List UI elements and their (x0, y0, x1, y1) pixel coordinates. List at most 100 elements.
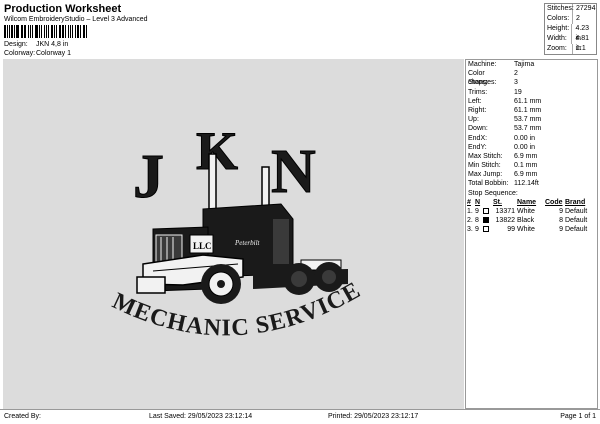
detail-value: 61.1 mm (514, 97, 542, 105)
stop-sequence-table: # N St. Name Code Brand 1. 9 13371 White 9 De… (466, 198, 597, 234)
detail-label: EndY: (468, 143, 487, 151)
detail-value: 53.7 mm (514, 116, 542, 124)
detail-row: Left: 61.1 mm (466, 97, 597, 106)
detail-row: EndX: 0.00 in (466, 134, 597, 143)
detail-value: 3 (514, 79, 518, 87)
stop-row: 1. 9 13371 White 9 Default (466, 207, 597, 216)
detail-value: 0.00 in (514, 143, 536, 151)
stop-needle: 8 (475, 216, 479, 224)
detail-value: 2 (514, 70, 518, 78)
detail-label: Min Stitch: (468, 162, 501, 170)
col-swatch (482, 198, 492, 207)
stitches-value: 27294 (576, 5, 596, 12)
created-by: Created By: (4, 413, 41, 420)
detail-row: Down: 53.7 mm (466, 124, 597, 133)
stop-brand: Default (565, 225, 588, 233)
detail-label: Right: (468, 106, 487, 114)
col-brand: Brand (565, 198, 586, 206)
detail-row: Min Stitch: 0.1 mm (466, 161, 597, 170)
colorway-value: Colorway 1 (36, 50, 72, 57)
height-row: Height: 4.23 in (545, 24, 596, 42)
stitches-row: Stitches: 27294 (545, 4, 596, 14)
detail-label: Max Stitch: (468, 152, 503, 160)
stop-sequence-title: Stop Sequence: (468, 189, 518, 197)
stop-needle: 9 (475, 207, 479, 215)
detail-value: 0.1 mm (514, 162, 538, 170)
col-st: St. (493, 198, 502, 206)
stop-code: 8 (559, 216, 563, 224)
colorway-row: Colorway:Colorway 1 (4, 50, 71, 57)
stop-brand: Default (565, 207, 588, 215)
stop-color-name: Black (517, 216, 535, 224)
details-panel: Machine: Tajima Color changes: 2 Stops: 3 Trim… (465, 59, 598, 409)
detail-row: Max Stitch: 6.9 mm (466, 152, 597, 161)
detail-value: 53.7 mm (514, 125, 542, 133)
cab-text: LLC (193, 241, 212, 251)
width-value: 4.81 in (575, 35, 590, 52)
stop-color-name: White (517, 225, 535, 233)
detail-label: EndX: (468, 134, 488, 142)
stop-num: 3. (467, 225, 473, 233)
letter-k: K (196, 121, 238, 181)
thread-swatch (483, 207, 489, 214)
colors-label: Colors: (545, 14, 573, 24)
detail-value: 0.00 in (514, 134, 536, 142)
embroidery-design: J K N LLC Peterbilt MECHANIC SERVICE (0, 39, 364, 342)
detail-label: Max Jump: (468, 171, 503, 179)
letter-n: N (271, 138, 316, 206)
detail-row: Machine: Tajima (466, 60, 597, 69)
worksheet-title: Production Worksheet (4, 3, 122, 15)
stop-code: 9 (559, 225, 563, 233)
detail-label: Down: (468, 125, 488, 133)
detail-label: Up: (468, 116, 479, 124)
design-value: JKN 4,8 in (36, 41, 69, 48)
stop-color-name: White (517, 207, 535, 215)
detail-row: EndY: 0.00 in (466, 143, 597, 152)
detail-row: Stops: 3 (466, 78, 597, 87)
stop-row: 2. 8 13822 Black 8 Default (466, 216, 597, 225)
stop-stitches: 13822 (495, 216, 515, 224)
detail-label: Left: (468, 97, 482, 105)
stop-stitches: 13371 (495, 207, 515, 215)
detail-row: Total Bobbin: 112.14ft (466, 179, 597, 188)
stop-swatch (482, 207, 492, 216)
col-code: Code (545, 198, 563, 206)
detail-label: Stops: (468, 79, 488, 87)
stop-table-header: # N St. Name Code Brand (466, 198, 597, 207)
detail-value: 112.14ft (514, 180, 539, 188)
stitches-label: Stitches: (547, 4, 574, 14)
stop-num: 1. (467, 207, 473, 215)
zoom-label: Zoom: (545, 44, 573, 54)
stop-stitches: 99 (507, 225, 515, 233)
detail-label: Machine: (468, 61, 497, 68)
detail-label: Trims: (468, 88, 488, 96)
col-name: Name (517, 198, 537, 206)
colorway-label: Colorway: (4, 50, 36, 57)
barcode (4, 25, 88, 38)
stop-row: 3. 9 99 White 9 Default (466, 225, 597, 234)
zoom-value: 1:1 (576, 45, 586, 52)
zoom-row: Zoom: 1:1 (545, 44, 596, 54)
colors-row: Colors: 2 (545, 14, 596, 24)
detail-value: 6.9 mm (514, 152, 538, 160)
width-row: Width: 4.81 in (545, 34, 596, 52)
detail-value: 61.1 mm (514, 106, 542, 114)
detail-row: Up: 53.7 mm (466, 115, 597, 124)
page-number: Page 1 of 1 (560, 413, 596, 420)
colors-value: 2 (576, 15, 580, 22)
design-row: Design: JKN 4,8 in (4, 41, 68, 48)
detail-value: 19 (514, 88, 522, 96)
detail-row: Color changes: 2 (466, 69, 597, 86)
detail-value: 6.9 mm (514, 171, 538, 179)
letter-j: J (133, 143, 164, 211)
detail-value: Tajima (514, 61, 535, 68)
height-label: Height: (545, 24, 573, 34)
detail-label: Total Bobbin: (468, 180, 509, 188)
stop-num: 2. (467, 216, 473, 224)
stop-needle: 9 (475, 225, 479, 233)
design-label: Design: (4, 41, 28, 48)
truck-graphic: LLC Peterbilt (136, 153, 348, 304)
col-n: N (475, 198, 481, 206)
stop-table-body: 1. 9 13371 White 9 Default 2. 8 13822 Black 8 Defau… (466, 207, 597, 234)
details-list: Machine: Tajima Color changes: 2 Stops: 3 Trim… (466, 60, 597, 189)
